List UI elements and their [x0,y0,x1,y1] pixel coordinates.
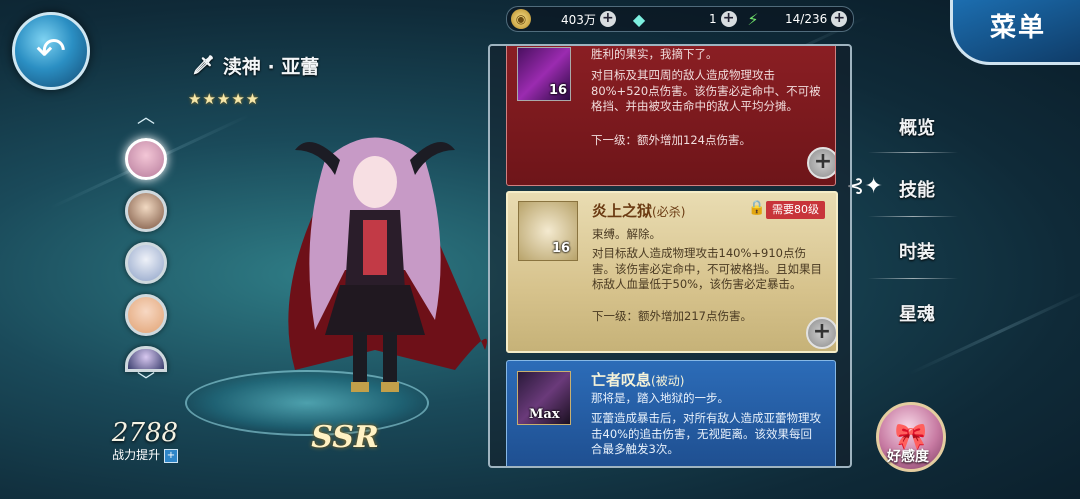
sword-icon: 🗡 [192,55,215,76]
gold-amount: 403万 [561,12,596,27]
combat-power[interactable]: 2788 战力提升 + [110,418,180,463]
crystal-icon: ◆ [632,9,646,29]
skill-panel[interactable]: 16 胜利的果实，我摘下了。 对目标及其四周的敌人造成物理攻击80%+520点伤… [488,44,852,468]
tab-overview[interactable]: 概览 [872,114,962,140]
back-arrow-icon: ↶ [35,30,67,72]
stamina-amount: 14/236 [785,12,828,26]
lightning-icon: ⚡ [747,9,759,29]
tab-costume[interactable]: 时装 [872,238,962,264]
skill-next-level: 下一级：额外增加217点伤害。 [592,309,752,323]
stamina-resource: ⚡ 14/236 + [743,9,848,29]
avatar-selected[interactable] [125,138,167,180]
gold-coin-icon: ◉ [511,9,531,29]
back-button[interactable]: ↶ [12,12,90,90]
skill-level: 16 [552,241,571,256]
skill-description: 亚蕾造成暴击后，对所有敌人造成亚蕾物理攻击40%的追击伤害，无视距离。该效果每回… [591,411,821,456]
tab-divider [868,216,958,217]
skill-description: 对目标敌人造成物理攻击140%+910点伤害。该伤害必定命中，不可被格挡。且如果… [592,246,822,291]
character-list: ︿ ﹀ [122,108,170,392]
skill-flavor: 束缚。解除。 [592,227,661,241]
skill-card[interactable]: Max 亡者叹息(被动) 那将是，踏入地狱的一步。 亚蕾造成暴击后，对所有敌人造… [506,360,836,466]
resource-bar: ◉ 403万 + ◆ 1 + ⚡ 14/236 + [506,6,854,32]
menu-button[interactable]: 菜单 [950,0,1080,65]
character-name: 🗡 渎神 · 亚蕾 [192,55,320,78]
level-requirement-badge: 需要80级 [766,201,825,219]
avatar[interactable] [125,242,167,284]
skill-quote: 胜利的果实，我摘下了。 [591,47,718,61]
crystal-resource: ◆ 1 + [629,9,737,29]
power-label: 战力提升 + [110,446,180,463]
skill-flavor: 那将是，踏入地狱的一步。 [591,391,729,405]
lock-icon: 🔒 [748,200,766,216]
skill-card[interactable]: 16 胜利的果实，我摘下了。 对目标及其四周的敌人造成物理攻击80%+520点伤… [506,46,836,186]
favor-label: 好感度 [887,449,929,465]
skill-level: 16 [549,83,568,98]
skill-title: 亡者叹息(被动) [591,371,685,389]
power-value: 2788 [111,418,179,448]
add-gold-button[interactable]: + [599,11,616,27]
tab-star-soul[interactable]: 星魂 [872,300,962,326]
chevron-up-icon[interactable]: ︿ [126,108,166,128]
character-figure [288,137,487,392]
rarity-badge: SSR [311,420,379,455]
skill-description: 对目标及其四周的敌人造成物理攻击80%+520点伤害。该伤害必定命中、不可被格挡… [591,68,821,113]
tab-divider [868,278,958,279]
add-stamina-button[interactable]: + [831,11,848,27]
gold-resource: ◉ 403万 + [511,9,616,29]
avatar[interactable] [125,190,167,232]
avatar[interactable] [125,294,167,336]
skill-card[interactable]: 16 炎上之狱(必杀) 🔒 需要80级 束缚。解除。 对目标敌人造成物理攻击14… [506,191,838,353]
tab-divider [868,152,958,153]
upgrade-skill-button[interactable]: + [807,147,835,179]
skill-next-level: 下一级：额外增加124点伤害。 [591,133,751,147]
chevron-down-icon[interactable]: ﹀ [126,372,166,392]
upgrade-skill-button[interactable]: + [806,317,836,349]
crystal-amount: 1 [709,12,717,26]
skill-title: 炎上之狱(必杀) [592,202,686,220]
avatar[interactable] [125,346,167,372]
skill-level: Max [529,407,560,422]
plus-icon[interactable]: + [163,448,178,463]
tab-skills[interactable]: 技能 [872,176,962,202]
add-crystal-button[interactable]: + [720,11,737,27]
rarity-stars: ★★★★★ [188,90,261,108]
